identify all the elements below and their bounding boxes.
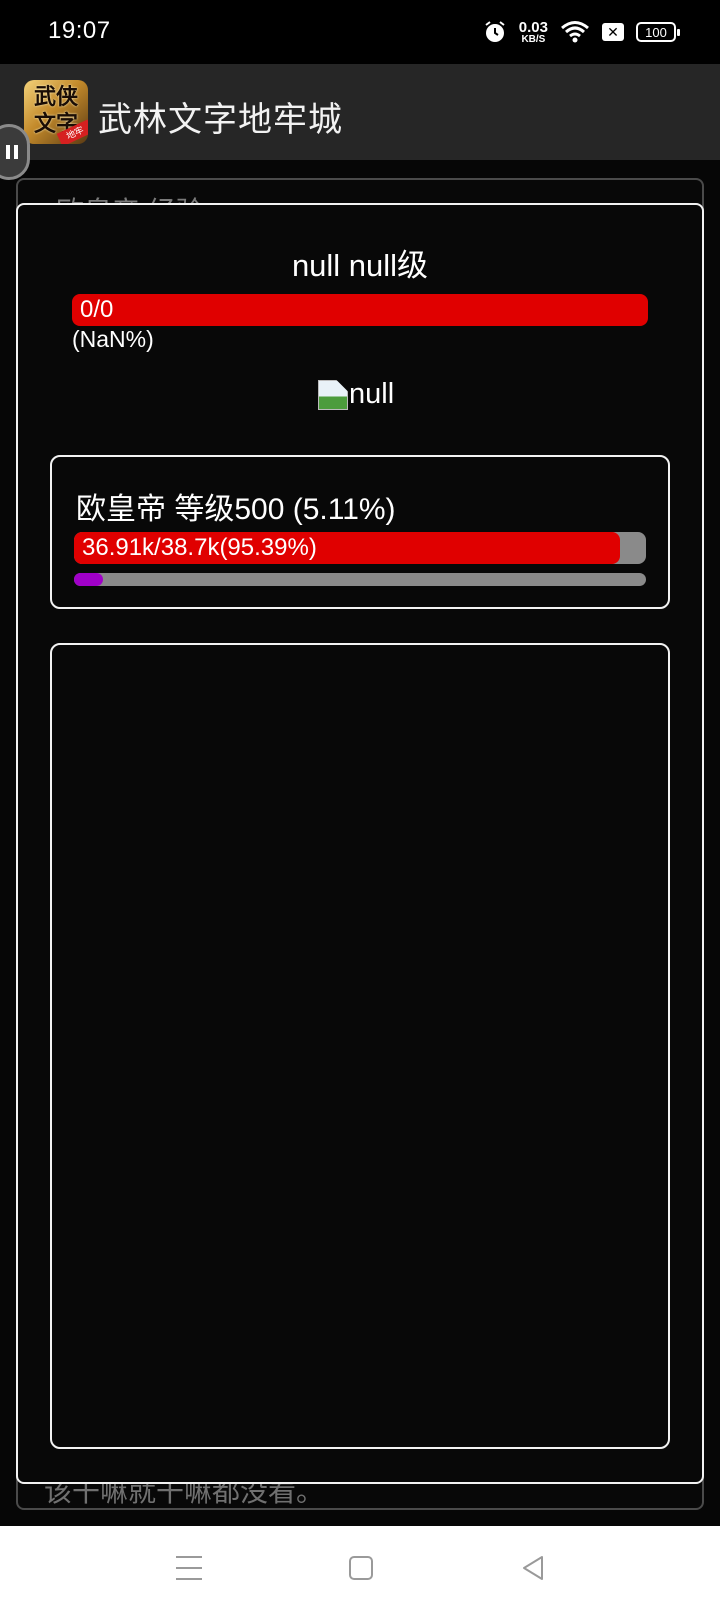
back-icon[interactable] [520,1554,546,1582]
screen: 19:07 0.03 KB/S ✕ 100 武侠 文字 地牢 武林文字地牢城 该… [0,0,720,1612]
enemy-image: null [318,378,394,411]
network-speed-value: 0.03 [518,18,548,36]
battery-level: 100 [645,24,667,40]
enemy-hp-percent: (NaN%) [72,326,154,352]
status-icons: 0.03 KB/S ✕ 100 [483,18,680,46]
status-time: 19:07 [48,17,111,44]
player-hp-text: 36.91k/38.7k(95.39%) [82,534,317,561]
pause-icon [6,145,18,159]
player-exp-fill [74,573,104,586]
floating-pause-button[interactable] [0,124,30,180]
network-speed: 0.03 KB/S [519,20,548,45]
battle-log[interactable] [50,643,670,1449]
status-bar: 19:07 0.03 KB/S ✕ 100 [0,0,720,64]
player-exp-bar [74,573,646,586]
enemy-image-alt: null [349,378,395,410]
app-logo: 武侠 文字 地牢 [24,80,88,144]
enemy-hp-text: 0/0 [80,296,114,323]
battery-icon: 100 [636,22,680,42]
app-title: 武林文字地牢城 [98,101,343,139]
broken-image-icon [318,379,348,410]
player-name-level: 欧皇帝 等级500 (5.11%) [76,493,396,526]
recent-apps-button[interactable] [176,1556,202,1580]
network-speed-unit: KB/S [521,33,546,45]
navigation-bar [0,1526,720,1612]
app-header: 武侠 文字 地牢 武林文字地牢城 [0,64,720,160]
alarm-icon [485,21,505,42]
enemy-title: null null级 [291,248,429,283]
home-button[interactable] [349,1556,373,1580]
enemy-hp-bar [72,294,648,326]
wifi-icon [561,21,589,43]
no-sim-icon: ✕ [602,23,624,41]
